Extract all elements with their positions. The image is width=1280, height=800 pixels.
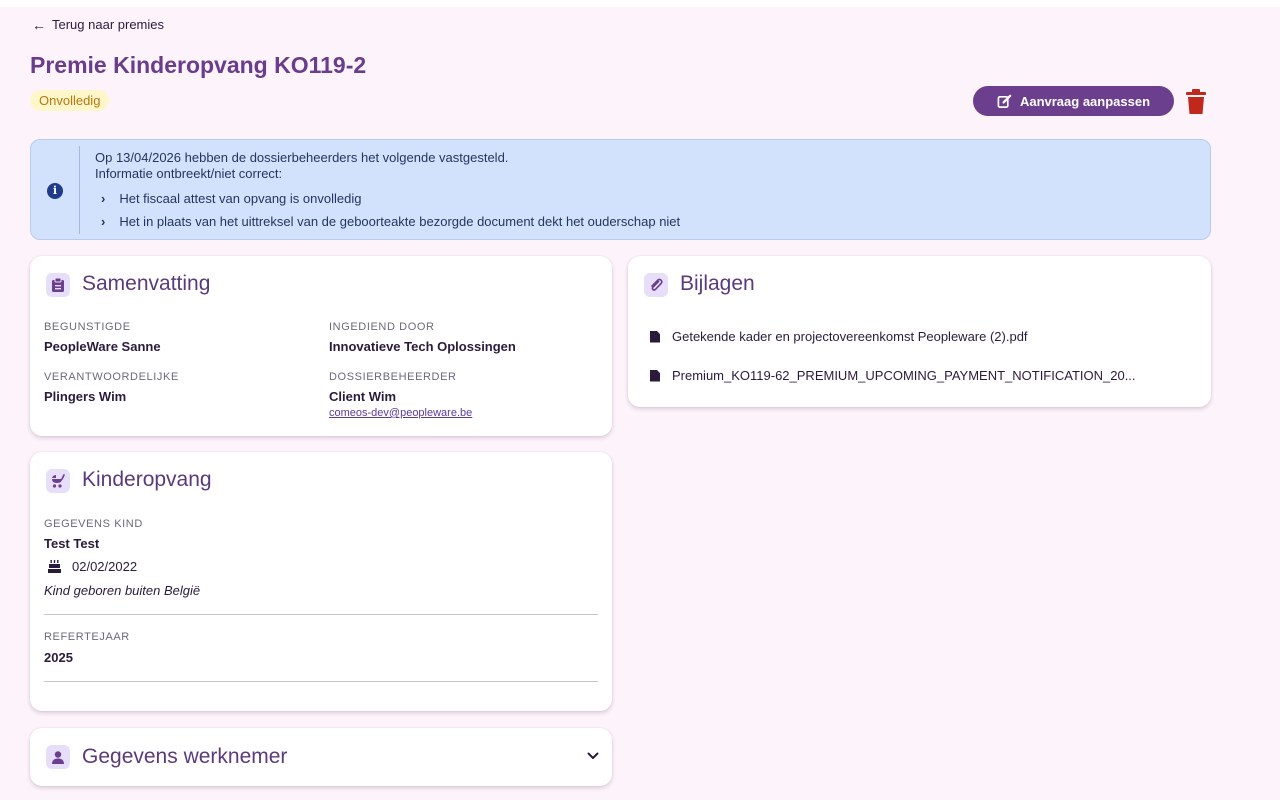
- page: ← Terug naar premies Premie Kinderopvang…: [0, 7, 1280, 800]
- chevron-right-icon: ›: [101, 214, 106, 229]
- child-name: Test Test: [44, 536, 100, 551]
- submitted-by-label: INGEDIEND DOOR: [329, 321, 435, 333]
- trash-icon[interactable]: [1186, 89, 1206, 115]
- edit-request-label: Aanvraag aanpassen: [1019, 93, 1151, 109]
- attachments-title: Bijlagen: [680, 272, 755, 295]
- childcare-title: Kinderopvang: [82, 468, 212, 491]
- paperclip-icon: [644, 273, 668, 297]
- attachment-filename: Getekende kader en projectovereenkomst P…: [672, 329, 1028, 344]
- section-divider: [44, 614, 598, 615]
- back-link[interactable]: ← Terug naar premies: [32, 17, 164, 32]
- birth-note: Kind geboren buiten België: [44, 583, 201, 598]
- clipboard-icon: [46, 273, 70, 297]
- stroller-icon: [46, 469, 70, 493]
- attachment-filename: Premium_KO119-62_PREMIUM_UPCOMING_PAYMEN…: [672, 368, 1136, 383]
- beneficiary-value: PeopleWare Sanne: [44, 339, 161, 354]
- child-data-label: GEGEVENS KIND: [44, 518, 143, 530]
- alert-item-text: Het fiscaal attest van opvang is onvolle…: [119, 191, 362, 206]
- file-manager-label: DOSSIERBEHEERDER: [329, 371, 457, 383]
- file-manager-value: Client Wim: [329, 389, 397, 404]
- chevron-down-icon[interactable]: [587, 752, 599, 760]
- file-manager-email-link[interactable]: comeos-dev@peopleware.be: [329, 407, 472, 419]
- employee-data-card[interactable]: Gegevens werknemer: [30, 728, 612, 786]
- attachment-item[interactable]: Premium_KO119-62_PREMIUM_UPCOMING_PAYMEN…: [650, 368, 1136, 383]
- section-divider: [44, 681, 598, 682]
- responsible-label: VERANTWOORDELIJKE: [44, 371, 179, 383]
- file-icon: [650, 369, 660, 382]
- arrow-left-icon: ←: [32, 16, 46, 33]
- alert-item: › Het fiscaal attest van opvang is onvol…: [101, 191, 361, 206]
- childcare-card: Kinderopvang GEGEVENS KIND Test Test 02/…: [30, 452, 612, 711]
- attachment-item[interactable]: Getekende kader en projectovereenkomst P…: [650, 329, 1028, 344]
- edit-icon: [997, 94, 1012, 108]
- back-link-label: Terug naar premies: [52, 17, 164, 32]
- chevron-right-icon: ›: [101, 191, 106, 206]
- status-badge: Onvolledig: [30, 90, 110, 111]
- edit-request-button[interactable]: Aanvraag aanpassen: [973, 86, 1174, 116]
- reference-year-label: REFERTEJAAR: [44, 631, 130, 643]
- birthday-cake-icon: [48, 560, 61, 573]
- alert-item: › Het in plaats van het uittreksel van d…: [101, 214, 680, 229]
- user-icon: [46, 745, 70, 769]
- employee-data-title: Gegevens werknemer: [82, 745, 288, 768]
- alert-divider: [79, 146, 80, 234]
- responsible-value: Plingers Wim: [44, 389, 127, 404]
- summary-title: Samenvatting: [82, 272, 211, 295]
- reference-year-value: 2025: [44, 650, 73, 665]
- page-title: Premie Kinderopvang KO119-2: [30, 52, 367, 78]
- file-icon: [650, 330, 660, 343]
- birth-date-row: 02/02/2022: [48, 559, 137, 574]
- beneficiary-label: BEGUNSTIGDE: [44, 321, 131, 333]
- submitted-by-value: Innovatieve Tech Oplossingen: [329, 339, 516, 354]
- attachments-card: Bijlagen Getekende kader en projectovere…: [628, 256, 1211, 407]
- info-icon: i: [47, 183, 63, 199]
- alert-line-1: Op 13/04/2026 hebben de dossierbeheerder…: [95, 150, 509, 165]
- alert-line-2: Informatie ontbreekt/niet correct:: [95, 166, 283, 181]
- summary-card: Samenvatting BEGUNSTIGDE PeopleWare Sann…: [30, 256, 612, 436]
- birth-date: 02/02/2022: [72, 559, 138, 574]
- info-alert: i Op 13/04/2026 hebben de dossierbeheerd…: [30, 139, 1211, 240]
- alert-item-text: Het in plaats van het uittreksel van de …: [119, 214, 681, 229]
